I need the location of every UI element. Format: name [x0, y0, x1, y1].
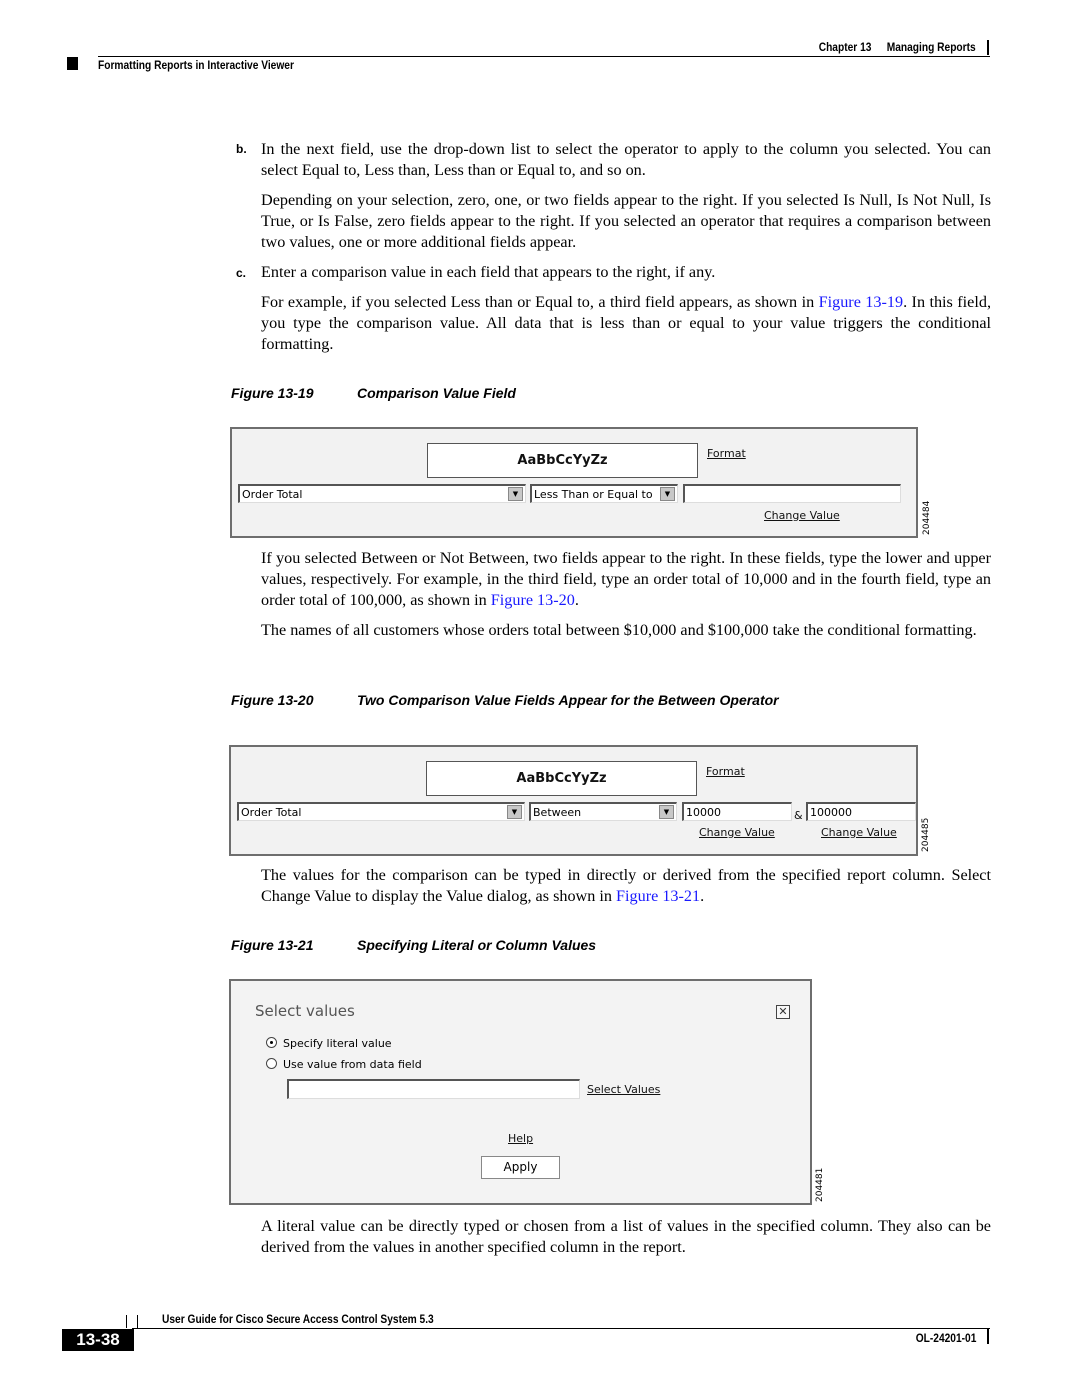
- select-values-link[interactable]: Select Values: [587, 1083, 660, 1096]
- help-link[interactable]: Help: [508, 1132, 533, 1145]
- between-value-panel: AaBbCcYyZz Format Order Total ▼ Between ▼ …: [229, 745, 918, 856]
- literal-paragraph: A literal value can be directly typed or…: [261, 1217, 991, 1256]
- radio-use-data-field[interactable]: [266, 1058, 277, 1069]
- column-select-value: Order Total: [242, 488, 303, 501]
- format-preview: AaBbCcYyZz: [426, 761, 697, 796]
- radio-label: Specify literal value: [283, 1037, 392, 1050]
- operator-select[interactable]: Less Than or Equal to ▼: [530, 484, 678, 503]
- chevron-down-icon[interactable]: ▼: [659, 805, 674, 819]
- header-marker: [67, 57, 78, 70]
- chapter-label: Chapter 13: [819, 40, 872, 54]
- format-preview: AaBbCcYyZz: [427, 443, 698, 478]
- footer-bar: [987, 1329, 989, 1344]
- figure-caption: Figure 13-20 Two Comparison Value Fields …: [231, 692, 779, 708]
- close-icon[interactable]: ✕: [776, 1005, 790, 1019]
- guide-title: User Guide for Cisco Secure Access Contr…: [162, 1312, 434, 1326]
- figure-13-21-link[interactable]: Figure 13-21: [616, 887, 700, 905]
- example-text: For example, if you selected Less than o…: [261, 293, 819, 311]
- change-value-link-upper[interactable]: Change Value: [821, 826, 897, 839]
- operator-select[interactable]: Between ▼: [529, 802, 677, 821]
- figure-13-20-link[interactable]: Figure 13-20: [491, 591, 575, 609]
- values-paragraph: The values for the comparison can be typ…: [261, 865, 991, 907]
- lower-value: 10000: [686, 806, 721, 819]
- header-bar: [987, 40, 989, 55]
- chevron-down-icon[interactable]: ▼: [507, 805, 522, 819]
- example-paragraph: For example, if you selected Less than o…: [261, 292, 991, 355]
- apply-button[interactable]: Apply: [481, 1156, 560, 1179]
- chevron-down-icon[interactable]: ▼: [508, 487, 523, 501]
- comparison-value-input[interactable]: [683, 484, 901, 503]
- between-text-end: .: [574, 591, 579, 609]
- change-value-link-lower[interactable]: Change Value: [699, 826, 775, 839]
- figure-number: Figure 13-19: [231, 385, 314, 401]
- step-c-letter: c.: [236, 266, 247, 280]
- figure-number: Figure 13-21: [231, 937, 314, 953]
- radio-label: Use value from data field: [283, 1058, 422, 1071]
- format-link[interactable]: Format: [706, 765, 745, 778]
- lower-value-input[interactable]: 10000: [682, 802, 792, 821]
- figure-caption: Figure 13-21 Specifying Literal or Column…: [231, 937, 596, 953]
- section-title: Formatting Reports in Interactive Viewer: [98, 58, 294, 72]
- step-b-letter: b.: [236, 142, 247, 156]
- between-text: If you selected Between or Not Between, …: [261, 549, 991, 609]
- footer-rule: [132, 1328, 990, 1329]
- column-select[interactable]: Order Total ▼: [237, 802, 525, 821]
- doc-number: OL-24201-01: [915, 1331, 976, 1345]
- comparison-value-panel: AaBbCcYyZz Format Order Total ▼ Less Than…: [230, 427, 918, 538]
- dialog-title: Select values: [255, 1002, 355, 1020]
- figure-id: 204481: [815, 1167, 825, 1202]
- chevron-down-icon[interactable]: ▼: [660, 487, 675, 501]
- figure-title: Specifying Literal or Column Values: [357, 937, 597, 953]
- value-input[interactable]: [287, 1079, 580, 1099]
- upper-value-input[interactable]: 100000: [806, 802, 916, 821]
- header-chapter: Chapter 13 Managing Reports: [819, 40, 976, 54]
- radio-specify-literal[interactable]: [266, 1037, 277, 1048]
- header-rule: [98, 56, 990, 57]
- operator-select-value: Between: [533, 806, 582, 819]
- range-separator: &: [794, 809, 803, 822]
- names-paragraph: The names of all customers whose orders …: [261, 621, 977, 639]
- chapter-title: Managing Reports: [887, 40, 976, 54]
- column-select-value: Order Total: [241, 806, 302, 819]
- step-c-text: Enter a comparison value in each field t…: [261, 263, 716, 281]
- operator-select-value: Less Than or Equal to: [534, 488, 653, 501]
- upper-value: 100000: [810, 806, 852, 819]
- figure-id: 204484: [922, 500, 932, 535]
- figure-13-19-link[interactable]: Figure 13-19: [819, 293, 903, 311]
- figure-title: Two Comparison Value Fields Appear for t…: [357, 692, 779, 708]
- figure-id: 204485: [921, 817, 931, 852]
- figure-title: Comparison Value Field: [357, 385, 516, 401]
- figure-caption: Figure 13-19 Comparison Value Field: [231, 385, 516, 401]
- select-values-dialog: Select values ✕ Specify literal value Us…: [229, 979, 812, 1205]
- figure-number: Figure 13-20: [231, 692, 314, 708]
- values-text-end: .: [700, 887, 705, 905]
- footer-ticks: [126, 1315, 138, 1328]
- change-value-link[interactable]: Change Value: [764, 509, 840, 522]
- column-select[interactable]: Order Total ▼: [238, 484, 526, 503]
- between-paragraph: If you selected Between or Not Between, …: [261, 548, 991, 611]
- step-b-detail: Depending on your selection, zero, one, …: [261, 191, 991, 251]
- format-link[interactable]: Format: [707, 447, 746, 460]
- step-b-text: In the next field, use the drop-down lis…: [261, 140, 991, 179]
- page-number: 13-38: [62, 1329, 134, 1351]
